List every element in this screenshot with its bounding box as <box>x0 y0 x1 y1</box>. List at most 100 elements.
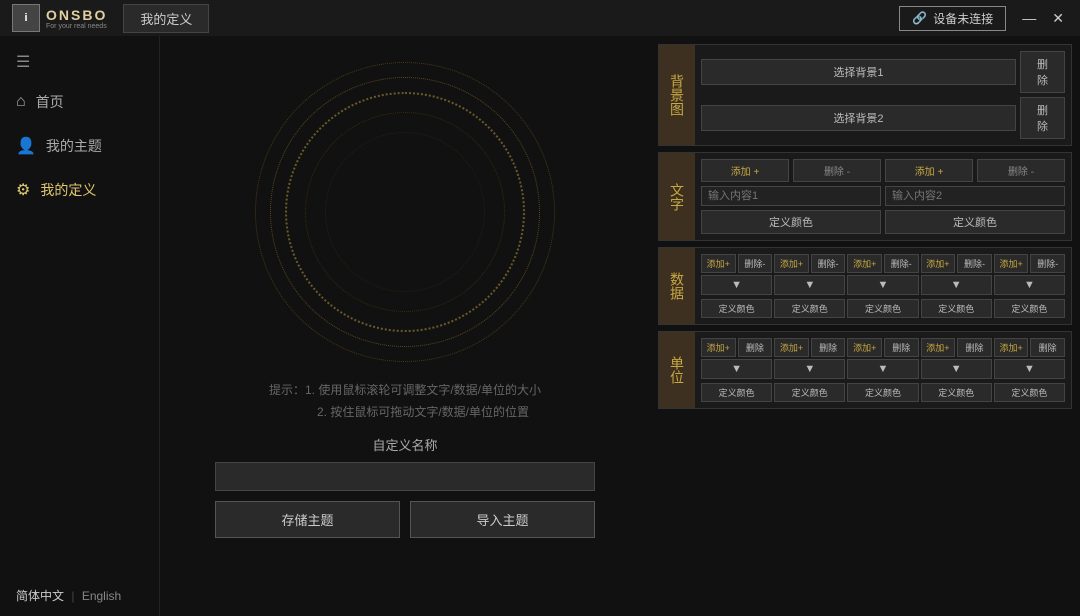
unit-del4-button[interactable]: 删除 <box>957 338 992 357</box>
data-del3-button[interactable]: 删除- <box>884 254 919 273</box>
data-color2-button[interactable]: 定义颜色 <box>774 299 845 318</box>
unit-section: 单位 添加+ 删除 ▼ 添加+ 删除 <box>658 331 1072 409</box>
data-add5-button[interactable]: 添加+ <box>994 254 1029 273</box>
logo-icon: i <box>12 4 40 32</box>
data-col-1: 添加+ 删除- ▼ <box>701 254 772 295</box>
unit-dropdown2-button[interactable]: ▼ <box>774 359 845 379</box>
data-add1-button[interactable]: 添加+ <box>701 254 736 273</box>
data-add4-button[interactable]: 添加+ <box>921 254 956 273</box>
home-icon: ⌂ <box>16 93 26 111</box>
user-icon: 👤 <box>16 136 36 156</box>
data-dropdown5-button[interactable]: ▼ <box>994 275 1065 295</box>
data-color1-button[interactable]: 定义颜色 <box>701 299 772 318</box>
custom-name-input[interactable] <box>215 462 595 491</box>
lang-divider: | <box>71 589 74 603</box>
unit-del5-button[interactable]: 删除 <box>1030 338 1065 357</box>
data-bottom-row: 定义颜色 定义颜色 定义颜色 定义颜色 定义颜色 <box>701 299 1065 318</box>
data-del4-button[interactable]: 删除- <box>957 254 992 273</box>
custom-name-section: 自定义名称 存储主题 导入主题 <box>215 435 595 538</box>
sidebar-bottom: 简体中文 | English <box>0 575 159 616</box>
data-add3-button[interactable]: 添加+ <box>847 254 882 273</box>
lang-en-button[interactable]: English <box>82 589 121 603</box>
unit-del3-button[interactable]: 删除 <box>884 338 919 357</box>
unit-add5-button[interactable]: 添加+ <box>994 338 1029 357</box>
data-dropdown2-button[interactable]: ▼ <box>774 275 845 295</box>
logo-sub: For your real needs <box>46 23 107 30</box>
delete-bg1-button[interactable]: 删除 <box>1020 51 1065 93</box>
sidebar-item-home[interactable]: ⌂ 首页 <box>0 80 159 124</box>
logo-text: ONSBO <box>46 7 107 23</box>
select-bg2-button[interactable]: 选择背景2 <box>701 105 1016 131</box>
bg-row2: 选择背景2 删除 <box>701 97 1065 139</box>
logo-area: i ONSBO For your real needs <box>12 4 107 32</box>
text-section: 文字 添加 + 删除 - 添加 + 删除 - 定义颜色 定义颜色 <box>658 152 1072 241</box>
data-del5-button[interactable]: 删除- <box>1030 254 1065 273</box>
data-del1-button[interactable]: 删除- <box>738 254 773 273</box>
device-status-text: 设备未连接 <box>933 10 993 27</box>
text-add2-button[interactable]: 添加 + <box>885 159 973 182</box>
unit-add1-button[interactable]: 添加+ <box>701 338 736 357</box>
unit-col-5: 添加+ 删除 ▼ <box>994 338 1065 379</box>
data-dropdown3-button[interactable]: ▼ <box>847 275 918 295</box>
ring5 <box>325 132 485 292</box>
data-col-3: 添加+ 删除- ▼ <box>847 254 918 295</box>
delete-bg2-button[interactable]: 删除 <box>1020 97 1065 139</box>
save-theme-button[interactable]: 存储主题 <box>215 501 400 538</box>
text-colors-row: 定义颜色 定义颜色 <box>701 210 1065 234</box>
lang-zh-button[interactable]: 简体中文 <box>16 589 64 603</box>
text-del2-button[interactable]: 删除 - <box>977 159 1065 182</box>
unit-col-2: 添加+ 删除 ▼ <box>774 338 845 379</box>
text-add1-button[interactable]: 添加 + <box>701 159 789 182</box>
text-inputs-row <box>701 186 1065 206</box>
data-dropdown1-button[interactable]: ▼ <box>701 275 772 295</box>
data-col4-buttons: 添加+ 删除- <box>921 254 992 273</box>
unit-col1-buttons: 添加+ 删除 <box>701 338 772 357</box>
title-label: 我的定义 <box>123 4 209 33</box>
unit-color1-button[interactable]: 定义颜色 <box>701 383 772 402</box>
text-input1[interactable] <box>701 186 881 206</box>
sidebar-item-my-define[interactable]: ⚙ 我的定义 <box>0 168 159 212</box>
text-color1-button[interactable]: 定义颜色 <box>701 210 881 234</box>
link-icon: 🔗 <box>912 11 927 25</box>
unit-del1-button[interactable]: 删除 <box>738 338 773 357</box>
unit-color4-button[interactable]: 定义颜色 <box>921 383 992 402</box>
unit-dropdown3-button[interactable]: ▼ <box>847 359 918 379</box>
right-panel: 背景图 选择背景1 删除 选择背景2 删除 文字 添加 + 删除 - 添加 + <box>650 36 1080 616</box>
data-color5-button[interactable]: 定义颜色 <box>994 299 1065 318</box>
sidebar-menu-icon[interactable]: ☰ <box>0 44 159 80</box>
unit-col4-buttons: 添加+ 删除 <box>921 338 992 357</box>
bg-row1: 选择背景1 删除 <box>701 51 1065 93</box>
background-section-label: 背景图 <box>659 45 695 145</box>
unit-del2-button[interactable]: 删除 <box>811 338 846 357</box>
logo-wrapper: ONSBO For your real needs <box>46 7 107 30</box>
data-dropdown4-button[interactable]: ▼ <box>921 275 992 295</box>
data-del2-button[interactable]: 删除- <box>811 254 846 273</box>
data-section-label: 数据 <box>659 248 695 324</box>
text-input2[interactable] <box>885 186 1065 206</box>
unit-add2-button[interactable]: 添加+ <box>774 338 809 357</box>
unit-color2-button[interactable]: 定义颜色 <box>774 383 845 402</box>
circle-display <box>245 52 565 372</box>
data-color3-button[interactable]: 定义颜色 <box>847 299 918 318</box>
sidebar-item-my-theme[interactable]: 👤 我的主题 <box>0 124 159 168</box>
unit-dropdown5-button[interactable]: ▼ <box>994 359 1065 379</box>
import-theme-button[interactable]: 导入主题 <box>410 501 595 538</box>
data-col-4: 添加+ 删除- ▼ <box>921 254 992 295</box>
unit-color5-button[interactable]: 定义颜色 <box>994 383 1065 402</box>
unit-add4-button[interactable]: 添加+ <box>921 338 956 357</box>
unit-dropdown1-button[interactable]: ▼ <box>701 359 772 379</box>
text-color2-button[interactable]: 定义颜色 <box>885 210 1065 234</box>
unit-add3-button[interactable]: 添加+ <box>847 338 882 357</box>
text-del1-button[interactable]: 删除 - <box>793 159 881 182</box>
text-add-del-row: 添加 + 删除 - 添加 + 删除 - <box>701 159 1065 182</box>
unit-top-row: 添加+ 删除 ▼ 添加+ 删除 ▼ <box>701 338 1065 379</box>
minimize-button[interactable]: — <box>1018 10 1040 26</box>
background-section: 背景图 选择背景1 删除 选择背景2 删除 <box>658 44 1072 146</box>
unit-color3-button[interactable]: 定义颜色 <box>847 383 918 402</box>
unit-dropdown4-button[interactable]: ▼ <box>921 359 992 379</box>
data-add2-button[interactable]: 添加+ <box>774 254 809 273</box>
device-status: 🔗 设备未连接 <box>899 6 1006 31</box>
select-bg1-button[interactable]: 选择背景1 <box>701 59 1016 85</box>
close-button[interactable]: ✕ <box>1048 10 1068 27</box>
data-color4-button[interactable]: 定义颜色 <box>921 299 992 318</box>
